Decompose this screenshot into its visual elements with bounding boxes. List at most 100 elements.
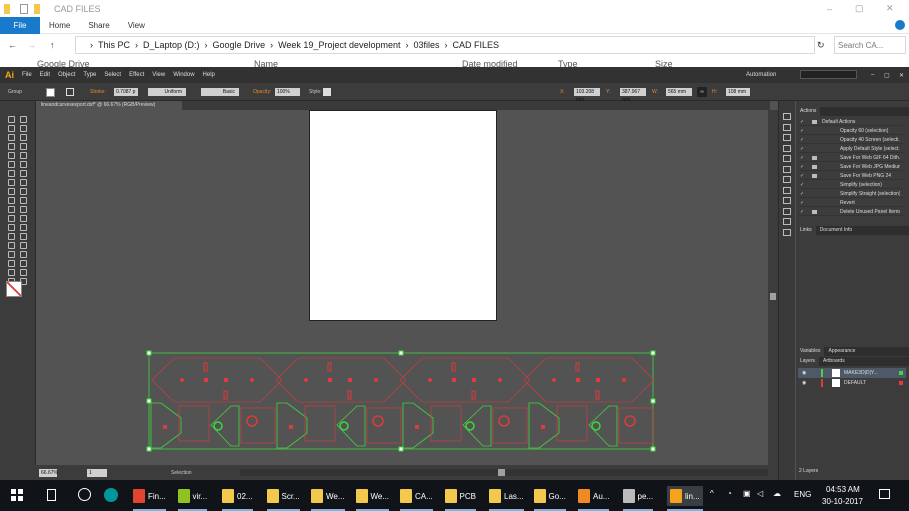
panel-icon[interactable] bbox=[783, 155, 791, 162]
taskbar-item[interactable]: Go... bbox=[533, 486, 566, 511]
up-button[interactable]: ↑ bbox=[50, 40, 55, 50]
forward-button[interactable]: → bbox=[27, 40, 36, 50]
artboard-navigator[interactable]: 1 bbox=[87, 469, 107, 477]
battery-icon[interactable]: ▣ bbox=[743, 489, 751, 498]
menu-type[interactable]: Type bbox=[83, 72, 96, 78]
h-input[interactable]: 108 mm bbox=[726, 88, 750, 96]
action-item[interactable]: ✓ Opacity 40 Screen (selecti... bbox=[798, 136, 903, 144]
stroke-swatch[interactable] bbox=[66, 88, 74, 96]
style-swatch[interactable] bbox=[323, 88, 331, 96]
scroll-thumb[interactable] bbox=[498, 469, 505, 476]
search-input[interactable]: Search CA... bbox=[834, 36, 906, 54]
clock-date[interactable]: 30-10-2017 bbox=[822, 497, 863, 506]
panel-icon[interactable] bbox=[783, 134, 791, 141]
tool-button[interactable] bbox=[20, 251, 27, 258]
menu-edit[interactable]: Edit bbox=[40, 72, 50, 78]
cad-artwork[interactable] bbox=[37, 110, 768, 465]
tab-layers[interactable]: Layers bbox=[796, 357, 820, 366]
help-icon[interactable] bbox=[895, 20, 905, 30]
tool-button[interactable] bbox=[20, 152, 27, 159]
close-button[interactable]: ✕ bbox=[886, 3, 894, 14]
arduino-icon[interactable] bbox=[104, 488, 118, 502]
breadcrumb[interactable]: › This PC › D_Laptop (D:) › Google Drive › W… bbox=[75, 36, 815, 54]
action-item[interactable]: ✓ Revert bbox=[798, 199, 903, 207]
minimize-button[interactable]: – bbox=[827, 4, 832, 14]
network-icon[interactable]: ◔ bbox=[727, 489, 732, 498]
tool-button[interactable] bbox=[20, 170, 27, 177]
scroll-thumb[interactable] bbox=[770, 293, 776, 300]
tool-button[interactable] bbox=[8, 260, 15, 267]
brush-definition[interactable]: Basic bbox=[201, 88, 239, 96]
panel-icon[interactable] bbox=[783, 228, 791, 236]
action-item[interactable]: ✓ Save For Web GIF 64 Dith... bbox=[798, 154, 903, 162]
tool-button[interactable] bbox=[8, 170, 15, 177]
tool-button[interactable] bbox=[8, 116, 15, 123]
dialog-toggle-icon[interactable] bbox=[812, 120, 817, 124]
check-icon[interactable]: ✓ bbox=[800, 190, 804, 198]
tool-button[interactable] bbox=[20, 206, 27, 213]
stroke-label[interactable]: Stroke: bbox=[90, 89, 106, 95]
taskbar-item[interactable]: Fin... bbox=[133, 486, 166, 511]
tool-button[interactable] bbox=[8, 134, 15, 141]
panel-icon[interactable] bbox=[783, 176, 791, 183]
back-button[interactable]: ← bbox=[8, 40, 17, 50]
check-icon[interactable]: ✓ bbox=[800, 199, 804, 207]
panel-icon[interactable] bbox=[783, 186, 791, 194]
tool-button[interactable] bbox=[20, 242, 27, 249]
visibility-eye-icon[interactable]: ◉ bbox=[802, 368, 806, 378]
constrain-proportions-icon[interactable]: ∞ bbox=[697, 87, 707, 97]
tab-actions[interactable]: Actions bbox=[796, 107, 821, 116]
menu-object[interactable]: Object bbox=[58, 72, 75, 78]
tool-button[interactable] bbox=[8, 125, 15, 132]
panel-icon[interactable] bbox=[783, 218, 791, 225]
panel-icon[interactable] bbox=[783, 165, 791, 173]
visibility-eye-icon[interactable]: ◉ bbox=[802, 378, 806, 388]
layer-name[interactable]: DEFAULT bbox=[844, 378, 866, 388]
new-folder-icon[interactable] bbox=[34, 3, 40, 14]
tool-button[interactable] bbox=[20, 116, 27, 123]
action-center-icon[interactable] bbox=[879, 489, 890, 499]
tool-button[interactable] bbox=[20, 125, 27, 132]
tool-button[interactable] bbox=[8, 242, 15, 249]
action-item[interactable]: ✓ Simplify Straight (selection) bbox=[798, 190, 903, 198]
tool-button[interactable] bbox=[8, 224, 15, 231]
language-indicator[interactable]: ENG bbox=[794, 490, 811, 499]
tool-button[interactable] bbox=[20, 197, 27, 204]
dialog-toggle-icon[interactable] bbox=[812, 156, 817, 160]
action-item[interactable]: ✓ Delete Unused Panel Items bbox=[798, 208, 903, 216]
check-icon[interactable]: ✓ bbox=[800, 127, 804, 135]
taskbar-item[interactable]: PCB bbox=[444, 486, 476, 511]
volume-icon[interactable]: ◁ bbox=[757, 489, 763, 498]
taskbar-item[interactable]: vir... bbox=[177, 486, 208, 511]
tab-share[interactable]: Share bbox=[79, 21, 118, 30]
menu-select[interactable]: Select bbox=[104, 72, 121, 78]
canvas[interactable] bbox=[37, 110, 768, 465]
tool-button[interactable] bbox=[20, 134, 27, 141]
tool-button[interactable] bbox=[8, 152, 15, 159]
close-button[interactable]: ✕ bbox=[899, 72, 904, 79]
tab-view[interactable]: View bbox=[119, 21, 154, 30]
tool-button[interactable] bbox=[8, 269, 15, 276]
action-item[interactable]: ✓ Simplify (selection) bbox=[798, 181, 903, 189]
taskbar-item[interactable]: CA... bbox=[400, 486, 433, 511]
tab-artboards[interactable]: Artboards bbox=[819, 357, 849, 366]
taskbar-item[interactable]: Au... bbox=[578, 486, 610, 511]
panel-icon[interactable] bbox=[783, 123, 791, 131]
tab-document-info[interactable]: Document Info bbox=[816, 226, 857, 235]
maximize-button[interactable]: ▢ bbox=[884, 72, 890, 79]
tool-button[interactable] bbox=[20, 179, 27, 186]
check-icon[interactable]: ✓ bbox=[800, 163, 804, 171]
check-icon[interactable]: ✓ bbox=[800, 136, 804, 144]
check-icon[interactable]: ✓ bbox=[800, 208, 804, 216]
crumb[interactable]: This PC bbox=[98, 40, 130, 50]
w-input[interactable]: 565 mm bbox=[666, 88, 692, 96]
show-hidden-icons[interactable]: ^ bbox=[710, 489, 714, 498]
check-icon[interactable]: ✓ bbox=[800, 154, 804, 162]
tool-button[interactable] bbox=[20, 269, 27, 276]
tool-button[interactable] bbox=[20, 143, 27, 150]
crumb[interactable]: 03files bbox=[413, 40, 439, 50]
dialog-toggle-icon[interactable] bbox=[812, 174, 817, 178]
panel-icon[interactable] bbox=[783, 197, 791, 204]
layer-name[interactable]: MAKE3D|D|Y... bbox=[844, 368, 878, 378]
layer-row[interactable]: ◉ MAKE3D|D|Y... bbox=[798, 368, 906, 378]
